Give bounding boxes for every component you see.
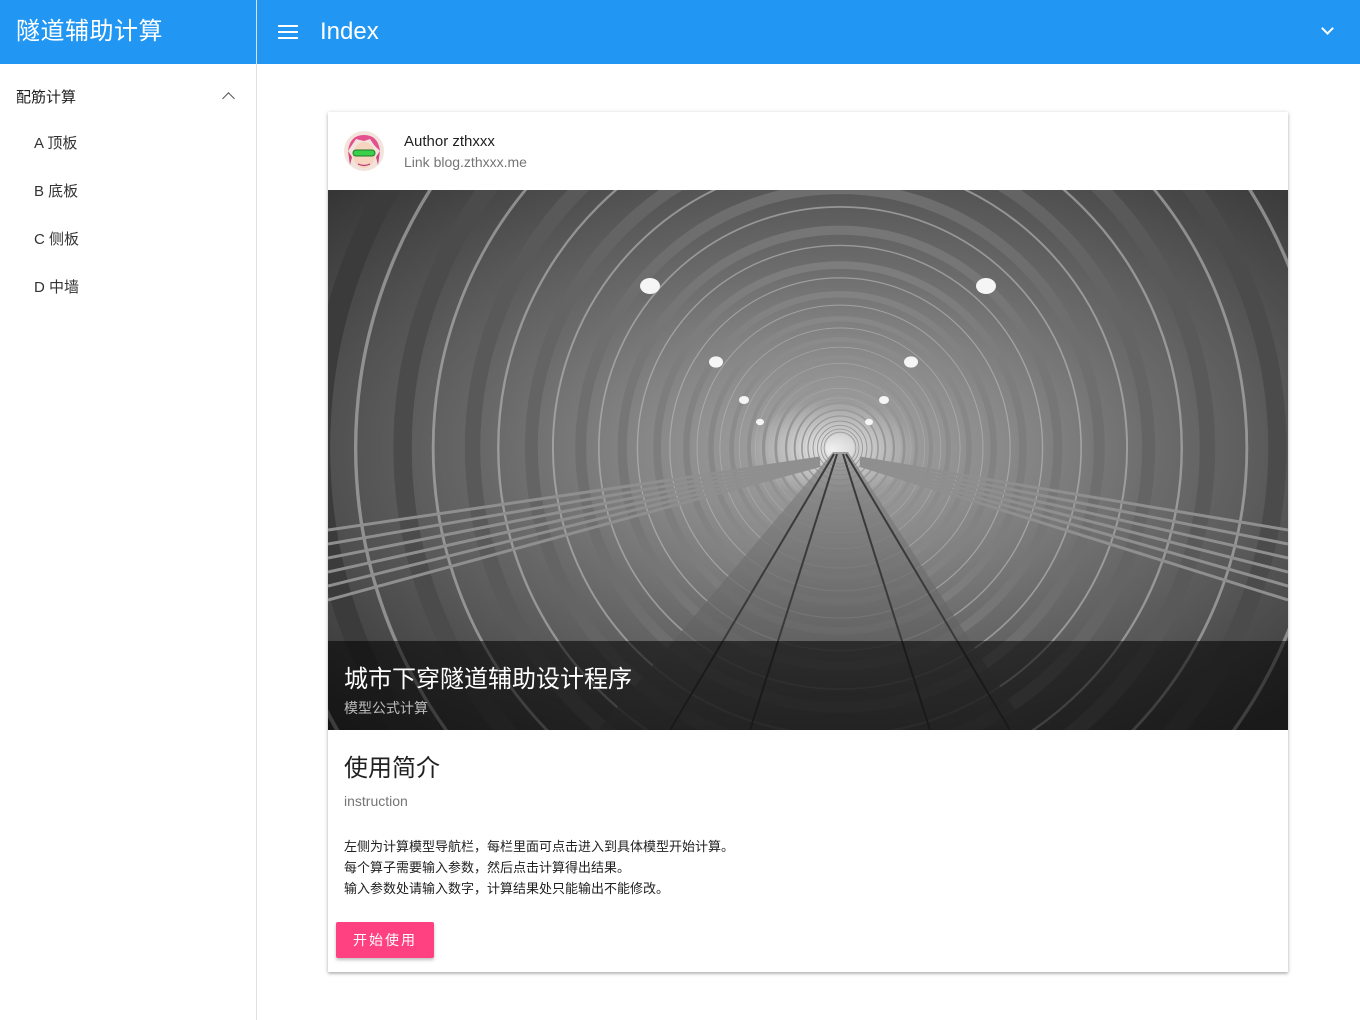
- author-name: Author zthxxx: [404, 132, 495, 150]
- section-title-block: 使用简介 instruction: [344, 748, 440, 809]
- intro-card: Author zthxxx Link blog.zthxxx.me 城市下穿隧道…: [328, 112, 1288, 972]
- card-header: Author zthxxx Link blog.zthxxx.me: [328, 112, 1288, 190]
- start-button[interactable]: 开始使用: [336, 922, 434, 958]
- app-title: 隧道辅助计算: [0, 0, 256, 64]
- chevron-down-icon[interactable]: [1321, 24, 1333, 36]
- media-overlay: 城市下穿隧道辅助设计程序 模型公式计算: [328, 641, 1288, 730]
- media-title: 城市下穿隧道辅助设计程序: [344, 666, 632, 693]
- tunnel-image: 城市下穿隧道辅助设计程序 模型公式计算: [328, 190, 1288, 730]
- nav-group-label: 配筋计算: [16, 88, 77, 106]
- page-title: Index: [320, 18, 379, 45]
- nav-sub-list: A 顶板 B 底板 C 侧板 D 中墙: [0, 120, 256, 312]
- chevron-up-icon[interactable]: [222, 89, 236, 103]
- media-subtitle: 模型公式计算: [344, 700, 428, 716]
- instructions-text: 左侧为计算模型导航栏，每栏里面可点击进入到具体模型开始计算。 每个算子需要输入参…: [344, 836, 734, 899]
- instruction-line: 左侧为计算模型导航栏，每栏里面可点击进入到具体模型开始计算。: [344, 839, 735, 854]
- sidebar: 隧道辅助计算 配筋计算 A 顶板 B 底板 C 侧板 D 中墙: [0, 0, 257, 1020]
- author-link[interactable]: Link blog.zthxxx.me: [404, 154, 527, 170]
- app-header: Index: [257, 0, 1360, 64]
- instruction-line: 输入参数处请输入数字，计算结果处只能输出不能修改。: [344, 881, 670, 896]
- menu-icon[interactable]: [278, 25, 298, 39]
- nav-item-top-slab[interactable]: A 顶板: [0, 120, 256, 168]
- nav-group-rebar-calc[interactable]: 配筋计算: [0, 64, 256, 128]
- nav-item-side-wall[interactable]: C 侧板: [0, 216, 256, 264]
- avatar: [344, 131, 384, 171]
- section-subtitle: instruction: [344, 793, 408, 809]
- nav-item-bottom-slab[interactable]: B 底板: [0, 168, 256, 216]
- author-block: Author zthxxx Link blog.zthxxx.me: [404, 133, 527, 170]
- section-title: 使用简介: [344, 755, 440, 782]
- nav-item-middle-wall[interactable]: D 中墙: [0, 264, 256, 312]
- instruction-line: 每个算子需要输入参数，然后点击计算得出结果。: [344, 860, 631, 875]
